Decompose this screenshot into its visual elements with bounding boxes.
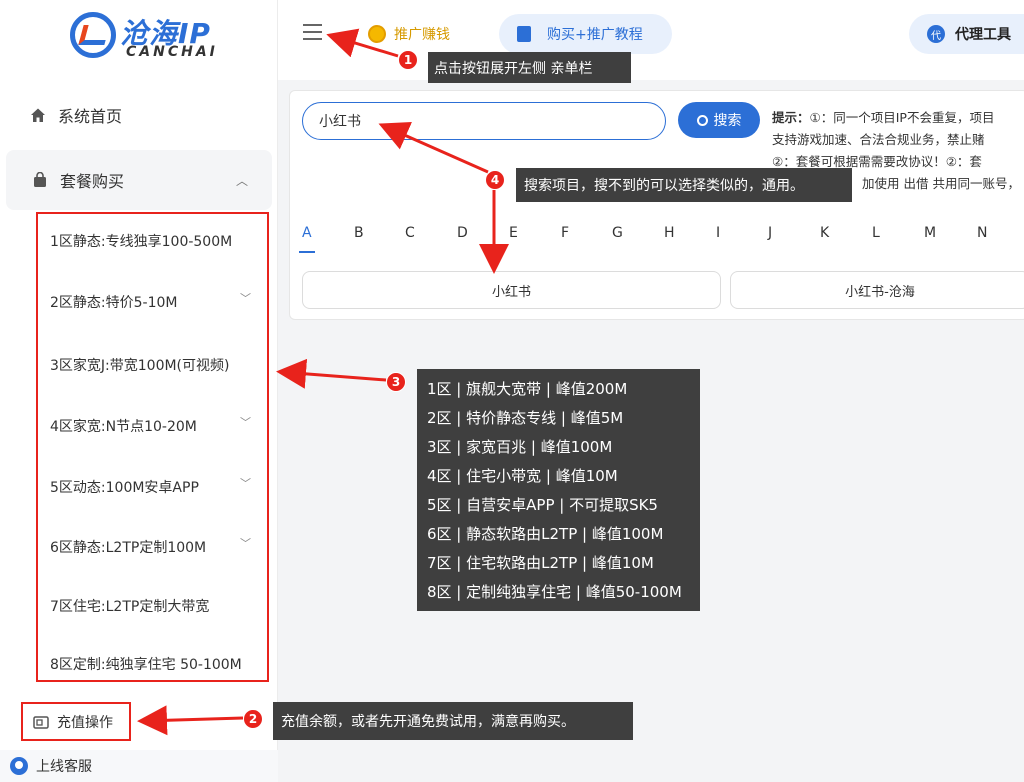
arrow-3 [276,358,387,389]
arrow-1 [326,28,399,58]
annotation-arrows [137,28,509,736]
arrow-2 [137,705,244,736]
arrow-4a [378,121,489,174]
